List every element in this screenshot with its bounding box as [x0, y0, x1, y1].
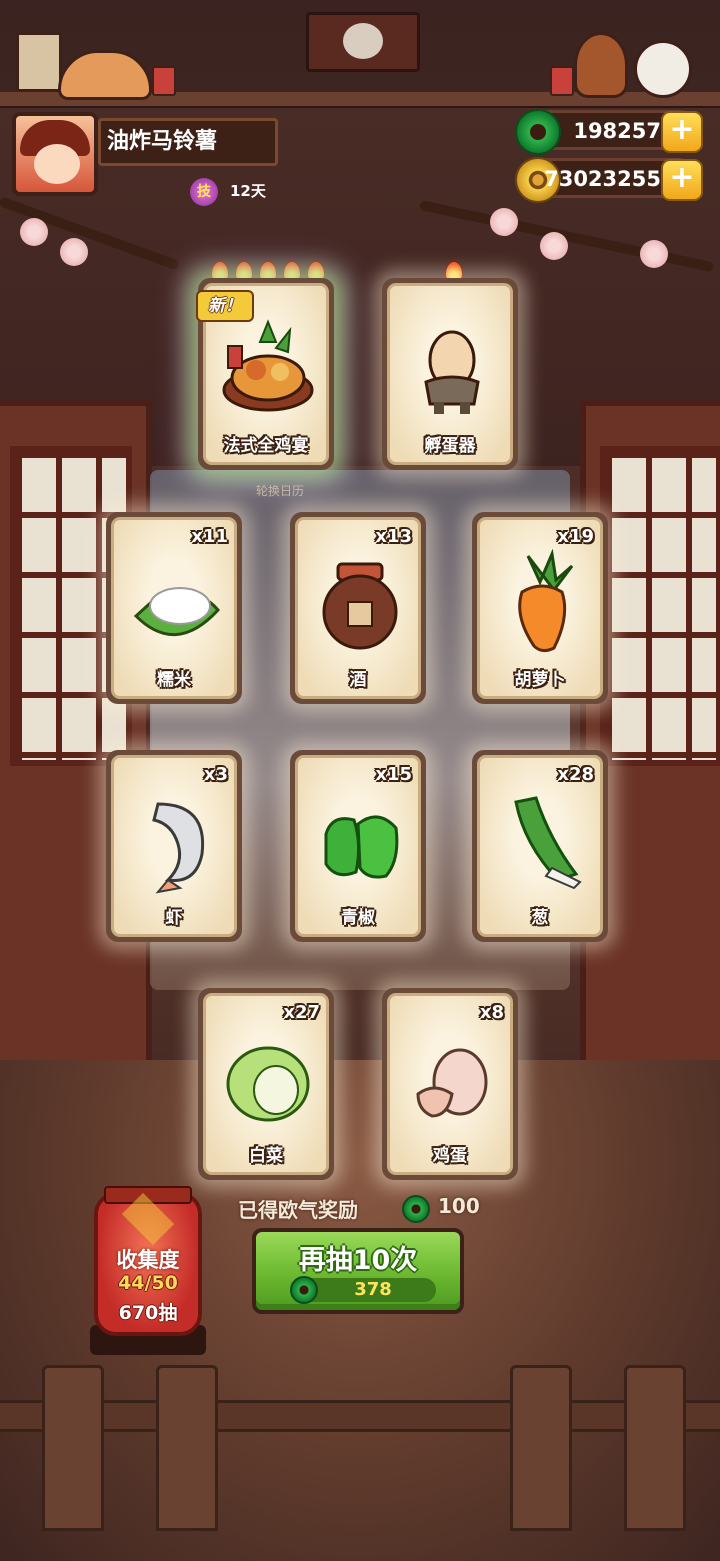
card-ingredient[interactable]: x19 胡萝卜 [472, 512, 608, 704]
hanging-sign [306, 12, 420, 72]
card-ingredient[interactable]: x13 酒 [290, 512, 426, 704]
card-ingredient[interactable]: x3 虾 [106, 750, 242, 942]
card-label: 虾 [165, 908, 183, 928]
fence-post [510, 1365, 572, 1531]
blossom-flower [640, 240, 668, 268]
egg-icon [416, 1048, 488, 1118]
blossom-flower [490, 208, 518, 236]
reward-label: 已得欧气奖励 [238, 1198, 358, 1222]
jade-coin-icon [402, 1195, 430, 1223]
add-gold-button[interactable]: + [661, 159, 703, 201]
card-label: 青椒 [341, 908, 375, 928]
right-door [580, 400, 720, 1072]
jade-currency: 198257 + [515, 109, 703, 155]
blossom-flower [20, 218, 48, 246]
wine-jar-icon [322, 562, 398, 650]
card-quantity: x15 [375, 764, 412, 785]
roast-chicken-feast-icon [222, 319, 314, 412]
left-door [0, 400, 152, 1072]
jar-icon [550, 66, 574, 96]
card-label: 白菜 [249, 1146, 283, 1166]
card-label: 胡萝卜 [514, 670, 566, 690]
rotation-calendar-label: 轮换日历 [256, 484, 305, 498]
carrot-icon [518, 548, 574, 653]
card-label: 糯米 [157, 670, 191, 690]
player-name: 油炸马铃薯 [98, 118, 278, 166]
jar-icon [152, 66, 176, 96]
jade-coin-icon [290, 1276, 318, 1304]
avatar[interactable] [12, 112, 98, 196]
new-badge: 新！ [176, 290, 260, 322]
collection-title: 收集度 [116, 1248, 180, 1272]
card-label: 葱 [531, 908, 549, 928]
fence-post [624, 1365, 686, 1531]
blossom-flower [540, 232, 568, 260]
wall-calendar [16, 32, 62, 92]
card-ingredient[interactable]: x27 白菜 [198, 988, 334, 1180]
card-quantity: x19 [557, 526, 594, 547]
gold-currency: 73023255 + [515, 157, 703, 203]
card-quantity: x8 [479, 1002, 504, 1023]
card-quantity: x3 [203, 764, 228, 785]
egg-incubator-icon [424, 330, 480, 414]
add-jade-button[interactable]: + [661, 111, 703, 153]
character-girl [574, 32, 628, 98]
green-pepper-icon [324, 815, 399, 879]
card-quantity: x13 [375, 526, 412, 547]
card-ingredient[interactable]: x15 青椒 [290, 750, 426, 942]
card-label: 法式全鸡宴 [223, 436, 309, 456]
collection-lantern[interactable]: 收集度 44/50 670抽 [94, 1186, 202, 1336]
skill-badge[interactable]: 技 [190, 178, 218, 206]
fence-post [156, 1365, 218, 1531]
blossom-flower [60, 238, 88, 266]
card-ingredient[interactable]: x8 鸡蛋 [382, 988, 518, 1180]
card-quantity: x11 [191, 526, 228, 547]
shrimp-icon [152, 802, 205, 894]
pull-count: 670抽 [118, 1302, 178, 1324]
draw-cost: 378 [354, 1279, 392, 1300]
fence-rail [0, 1400, 720, 1432]
white-cat [634, 40, 692, 98]
fence-post [42, 1365, 104, 1531]
scallion-icon [514, 796, 582, 890]
card-label: 鸡蛋 [433, 1146, 467, 1166]
draw-again-button[interactable]: 再抽10次 378 [252, 1228, 464, 1314]
jade-coin-icon [515, 109, 561, 155]
draw-button-label: 再抽10次 [298, 1245, 418, 1276]
card-quantity: x28 [557, 764, 594, 785]
card-label: 孵蛋器 [424, 436, 476, 456]
skill-days: 12天 [230, 182, 266, 200]
jade-amount: 198257 [573, 119, 661, 143]
card-ingredient[interactable]: x28 葱 [472, 750, 608, 942]
napa-cabbage-icon [226, 1046, 310, 1122]
sleeping-cat [58, 50, 152, 100]
reward-value: 100 [438, 1194, 480, 1218]
collection-progress: 44/50 [118, 1272, 178, 1294]
card-ingredient[interactable]: x11 糯米 [106, 512, 242, 704]
card-label: 酒 [349, 670, 367, 690]
card-quantity: x27 [283, 1002, 320, 1023]
sticky-rice-icon [133, 587, 220, 637]
gold-amount: 73023255 [544, 167, 661, 191]
card-featured-item[interactable]: 孵蛋器 [382, 278, 518, 470]
